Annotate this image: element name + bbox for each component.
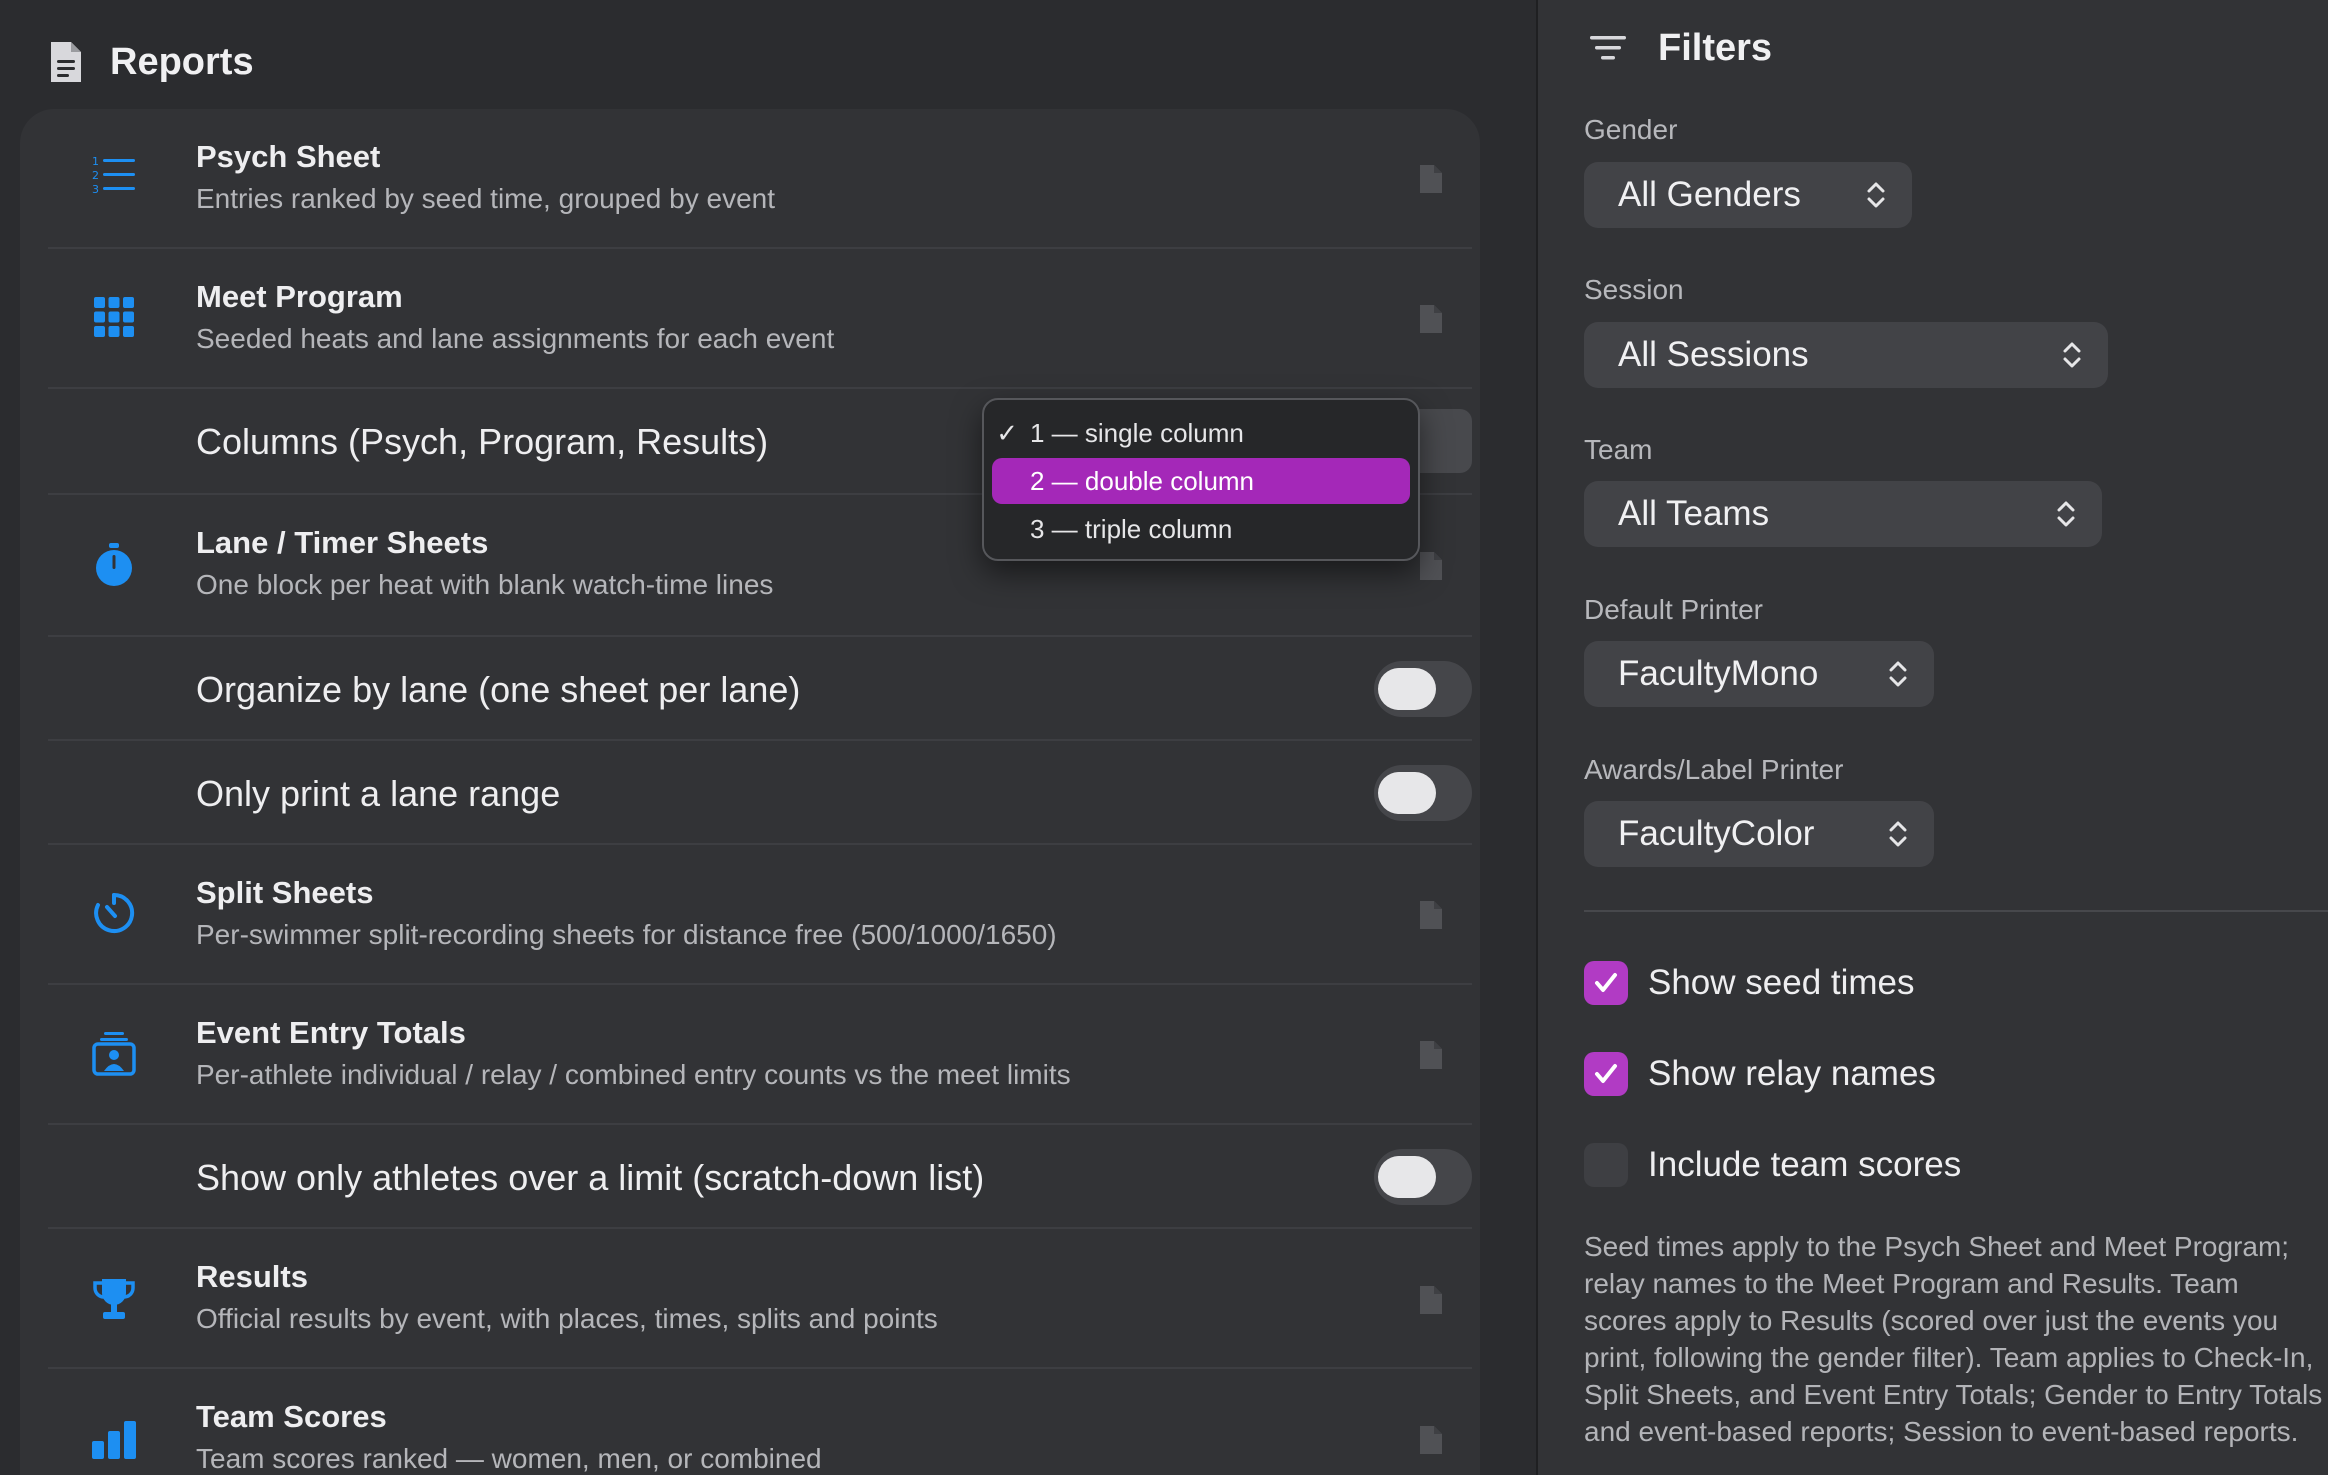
scratch-down-label: Show only athletes over a limit (scratch… <box>196 1157 985 1198</box>
menu-item-single-column[interactable]: ✓ 1 — single column <box>992 410 1410 456</box>
show-relay-names-label: Show relay names <box>1648 1054 1936 1093</box>
menu-item-double-column[interactable]: 2 — double column <box>992 458 1410 504</box>
menu-item-triple-column[interactable]: 3 — triple column <box>992 506 1410 552</box>
gender-select[interactable]: All Genders <box>1584 162 1912 228</box>
team-scores-title: Team Scores <box>196 1399 387 1434</box>
filters-help-text: Seed times apply to the Psych Sheet and … <box>1584 1231 2323 1447</box>
organize-by-lane-label: Organize by lane (one sheet per lane) <box>196 669 801 710</box>
checkmark-icon <box>1595 1064 1617 1083</box>
split-sheets-subtitle: Per-swimmer split-recording sheets for d… <box>196 919 1057 950</box>
show-relay-names-row[interactable]: Show relay names <box>1584 1050 1936 1098</box>
psych-sheet-subtitle: Entries ranked by seed time, grouped by … <box>196 183 776 214</box>
lane-range-toggle[interactable] <box>1374 765 1472 821</box>
meet-program-title: Meet Program <box>196 279 403 314</box>
report-row-split-sheets[interactable]: Split Sheets Per-swimmer split-recording… <box>48 845 1472 985</box>
svg-text:2: 2 <box>92 169 99 182</box>
toggle-knob <box>1378 772 1436 814</box>
trophy-icon <box>88 1273 140 1325</box>
results-subtitle: Official results by event, with places, … <box>196 1303 938 1334</box>
filter-lines-icon <box>1588 33 1628 63</box>
print-file-icon[interactable] <box>1418 551 1444 581</box>
lane-timer-subtitle: One block per heat with blank watch-time… <box>196 569 774 600</box>
lane-timer-title: Lane / Timer Sheets <box>196 525 489 560</box>
results-title: Results <box>196 1259 308 1294</box>
bar-chart-icon <box>88 1413 140 1465</box>
grid-icon <box>88 291 140 343</box>
session-select[interactable]: All Sessions <box>1584 322 2108 388</box>
team-label: Team <box>1584 434 1653 465</box>
lane-range-row: Only print a lane range <box>48 741 1472 845</box>
show-seed-times-checkbox[interactable] <box>1584 961 1628 1005</box>
show-seed-times-row[interactable]: Show seed times <box>1584 959 1915 1007</box>
scratch-down-toggle[interactable] <box>1374 1149 1472 1205</box>
meet-program-subtitle: Seeded heats and lane assignments for ea… <box>196 323 835 354</box>
scratch-down-row: Show only athletes over a limit (scratch… <box>48 1125 1472 1229</box>
lane-range-label: Only print a lane range <box>196 773 561 814</box>
include-team-scores-row[interactable]: Include team scores <box>1584 1141 1961 1189</box>
print-file-icon[interactable] <box>1418 1425 1444 1455</box>
badge-person-icon <box>88 1027 140 1079</box>
chevron-up-down-icon <box>1864 177 1888 213</box>
filters-pane: Filters Gender All Genders Session All S… <box>1538 0 2328 1475</box>
stopwatch-icon <box>88 539 140 591</box>
include-team-scores-checkbox[interactable] <box>1584 1143 1628 1187</box>
session-label: Session <box>1584 274 1684 305</box>
toggle-knob <box>1378 1156 1436 1198</box>
chevron-up-down-icon <box>1886 816 1910 852</box>
default-printer-label: Default Printer <box>1584 594 1763 625</box>
show-seed-times-label: Show seed times <box>1648 963 1915 1002</box>
split-sheets-title: Split Sheets <box>196 875 374 910</box>
awards-printer-select[interactable]: FacultyColor <box>1584 801 1934 867</box>
print-file-icon[interactable] <box>1418 164 1444 194</box>
include-team-scores-label: Include team scores <box>1648 1145 1962 1184</box>
toggle-knob <box>1378 668 1436 710</box>
event-entry-totals-title: Event Entry Totals <box>196 1015 466 1050</box>
default-printer-select[interactable]: FacultyMono <box>1584 641 1934 707</box>
document-icon <box>48 40 84 84</box>
report-row-psych-sheet[interactable]: 123 Psych Sheet Entries ranked by seed t… <box>48 109 1472 249</box>
filters-header: Filters <box>1588 22 1772 74</box>
report-row-results[interactable]: Results Official results by event, with … <box>48 1229 1472 1369</box>
awards-printer-label: Awards/Label Printer <box>1584 754 1844 785</box>
svg-text:1: 1 <box>92 155 99 168</box>
numbered-list-icon: 123 <box>88 149 140 201</box>
report-row-event-entry-totals[interactable]: Event Entry Totals Per-athlete individua… <box>48 985 1472 1125</box>
organize-by-lane-row: Organize by lane (one sheet per lane) <box>48 637 1472 741</box>
chevron-up-down-icon <box>2054 496 2078 532</box>
timer-icon <box>88 887 140 939</box>
gender-label: Gender <box>1584 114 1678 145</box>
print-file-icon[interactable] <box>1418 304 1444 334</box>
show-relay-names-checkbox[interactable] <box>1584 1052 1628 1096</box>
print-file-icon[interactable] <box>1418 1285 1444 1315</box>
filters-divider <box>1584 910 2328 912</box>
print-file-icon[interactable] <box>1418 900 1444 930</box>
report-row-meet-program[interactable]: Meet Program Seeded heats and lane assig… <box>48 249 1472 389</box>
columns-label: Columns (Psych, Program, Results) <box>196 421 769 462</box>
checkmark-icon <box>1595 973 1617 992</box>
chevron-up-down-icon <box>1886 656 1910 692</box>
filters-title: Filters <box>1658 26 1773 69</box>
reports-pane: Reports 123 Psych Sheet Entries ranked b… <box>0 0 1536 1475</box>
svg-text:3: 3 <box>92 183 99 196</box>
event-entry-totals-subtitle: Per-athlete individual / relay / combine… <box>196 1059 1071 1090</box>
reports-list: 123 Psych Sheet Entries ranked by seed t… <box>20 109 1480 1475</box>
reports-title: Reports <box>110 40 254 83</box>
columns-dropdown-menu: ✓ 1 — single column 2 — double column 3 … <box>982 398 1420 561</box>
team-scores-subtitle: Team scores ranked — women, men, or comb… <box>196 1443 822 1474</box>
chevron-up-down-icon <box>2060 337 2084 373</box>
psych-sheet-title: Psych Sheet <box>196 139 381 174</box>
checkmark-icon: ✓ <box>996 417 1018 448</box>
organize-by-lane-toggle[interactable] <box>1374 661 1472 717</box>
print-file-icon[interactable] <box>1418 1040 1444 1070</box>
report-row-team-scores[interactable]: Team Scores Team scores ranked — women, … <box>48 1369 1472 1475</box>
app-window: Reports 123 Psych Sheet Entries ranked b… <box>0 0 2328 1475</box>
team-select[interactable]: All Teams <box>1584 481 2102 547</box>
reports-header: Reports <box>48 34 254 90</box>
